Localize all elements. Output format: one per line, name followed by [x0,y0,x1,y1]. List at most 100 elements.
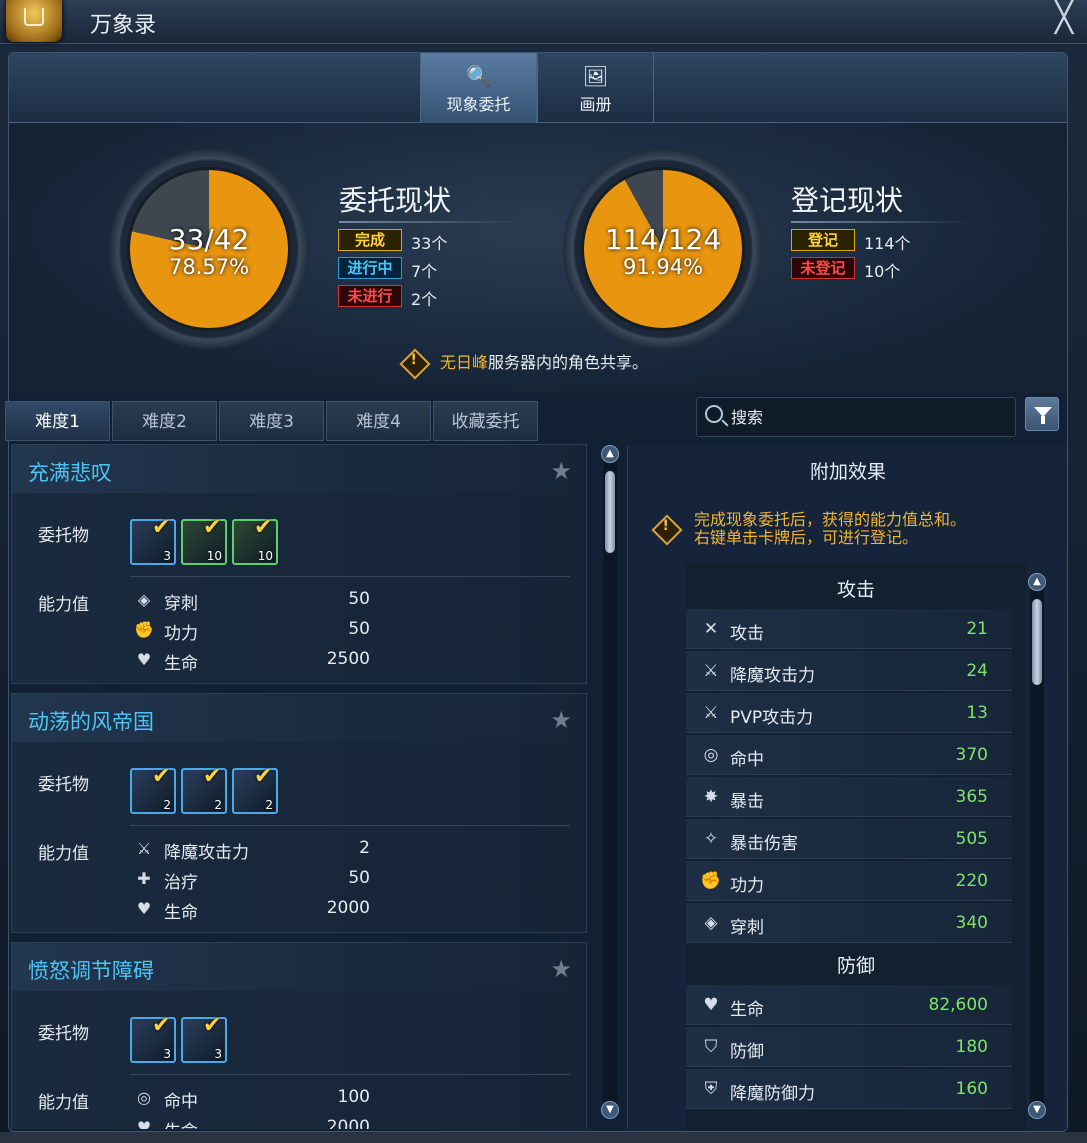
check-icon: ✔ [254,515,273,540]
commission-heading: 委托现状 [339,184,452,217]
bonus-row: ◎ 命中 370 [686,735,1012,775]
item-qty: 10 [206,549,222,563]
not-started-count: 2个 [411,290,438,309]
commission-card[interactable]: 愤怒调节障碍 ★ 委托物 ✔3 ✔3 能力值 ◎命中100 ♥生命2000 [11,942,588,1129]
item-card[interactable]: ✔ 10 [181,515,227,565]
bonus-row: ⚔ PVP攻击力 13 [686,693,1012,733]
tab-favorites[interactable]: 收藏委托 [433,401,538,441]
scroll-down-icon[interactable]: ▼ [601,1101,619,1119]
server-name: 无日峰 [440,353,489,372]
tab-album[interactable]: 🖼 画册 [537,53,654,123]
tab-difficulty-1[interactable]: 难度1 [5,401,110,441]
item-card[interactable]: ✔ 3 [181,1013,227,1063]
registration-count: 114/124 [604,223,722,256]
item-card[interactable]: ✔ 2 [130,764,176,814]
commission-card[interactable]: 充满悲叹 ★ 委托物 ✔ 3 ✔ 10 ✔ 10 能力值 ◈ 穿刺 50 ✊ 功力 50 ♥ 生… [11,444,588,684]
item-qty: 3 [163,549,171,563]
section-attack-heading: 攻击 [836,579,875,601]
registration-heading: 登记现状 [791,184,904,217]
filter-button[interactable] [1025,397,1059,431]
divider [130,576,570,577]
tab-difficulty-3[interactable]: 难度3 [219,401,324,441]
status-badge-in-progress: 进行中 [338,257,402,279]
status-area: 33/42 78.57% 委托现状 完成 33个 进行中 7个 未进行 2个 1… [9,123,1067,393]
bonus-scrollbar[interactable]: ▲ ▼ [1028,573,1046,1119]
item-card[interactable]: ✔ 10 [232,515,278,565]
item-card[interactable]: ✔ 3 [130,515,176,565]
tab-phenomenon-commission[interactable]: 🔍 现象委托 [420,53,537,123]
bonus-value: 505 [955,829,988,849]
item-qty: 10 [257,549,273,563]
item-card[interactable]: ✔ 3 [130,1013,176,1063]
search-icon [705,405,723,423]
check-icon: ✔ [152,1013,171,1038]
notice-text: 服务器内的角色共享。 [488,353,649,372]
heart-icon: ♥ [703,995,719,1015]
tab-difficulty-2[interactable]: 难度2 [112,401,217,441]
scroll-up-icon[interactable]: ▲ [601,445,619,463]
commission-title: 充满悲叹 [28,461,112,485]
commission-list: 充满悲叹 ★ 委托物 ✔ 3 ✔ 10 ✔ 10 能力值 ◈ 穿刺 50 ✊ 功力 50 ♥ 生… [9,444,619,1129]
scroll-up-icon[interactable]: ▲ [1028,573,1046,591]
bonus-row: ⛉ 防御 180 [686,1027,1012,1067]
check-icon: ✔ [203,515,222,540]
pierce-icon: ◈ [704,913,718,933]
commission-card[interactable]: 动荡的风帝国 ★ 委托物 ✔ 2 ✔ 2 ✔ 2 能力值 ⚔ 降魔攻击力 2 ✚ 治疗 50 … [11,693,588,933]
stat-row: ⚔ 降魔攻击力 2 [130,836,370,864]
divider [130,1074,570,1075]
pierce-icon: ◈ [137,590,151,609]
favorite-star-icon[interactable]: ★ [550,955,572,983]
stat-row: ◈ 穿刺 50 [130,587,370,615]
stat-value: 2 [359,838,370,858]
bonus-row: ✊ 功力 220 [686,861,1012,901]
bonus-value: 180 [955,1037,988,1057]
bonus-note: 完成现象委托后，获得的能力值总和。 右键单击卡牌后，可进行登记。 [694,511,966,547]
bonus-note-line2: 右键单击卡牌后，可进行登记。 [694,528,919,547]
bonus-name: 暴击伤害 [730,834,798,854]
book-logo-icon [6,0,62,42]
divider [339,221,519,223]
title-bar: 万象录 ╳ [0,0,1087,44]
item-card[interactable]: ✔ 2 [181,764,227,814]
stat-row: ✚ 治疗 50 [130,866,370,894]
attack-icon: ✕ [703,619,719,639]
divider [791,221,971,223]
items-label: 委托物 [38,1024,89,1044]
list-scrollbar[interactable]: ▲ ▼ [601,445,619,1119]
bonus-row: ✕ 攻击 21 [686,609,1012,649]
top-tab-bar: 🔍 现象委托 🖼 画册 [9,53,1067,123]
bonus-row: ⚔ 降魔攻击力 24 [686,651,1012,691]
bonus-row: ✧ 暴击伤害 505 [686,819,1012,859]
accuracy-icon: ◎ [703,745,719,765]
bonus-value: 160 [955,1079,988,1099]
scroll-thumb[interactable] [1032,599,1042,685]
bonus-panel: 附加效果 ! 完成现象委托后，获得的能力值总和。 右键单击卡牌后，可进行登记。 … [627,445,1067,1129]
scroll-down-icon[interactable]: ▼ [1028,1101,1046,1119]
check-icon: ✔ [203,764,222,789]
search-input[interactable] [731,398,1011,436]
bonus-value: 220 [955,871,988,891]
bonus-value: 82,600 [928,995,988,1015]
status-badge-unregistered: 未登记 [791,257,855,279]
bonus-value: 13 [966,703,988,723]
close-button[interactable]: ╳ [1049,3,1079,34]
tab-difficulty-4[interactable]: 难度4 [326,401,431,441]
favorite-star-icon[interactable]: ★ [550,706,572,734]
warning-icon: ! [651,514,683,546]
favorite-star-icon[interactable]: ★ [550,457,572,485]
divider [130,825,570,826]
stat-name: 降魔攻击力 [164,843,249,863]
commission-title: 动荡的风帝国 [28,710,154,734]
scroll-thumb[interactable] [605,471,615,553]
tab-label: 画册 [579,95,612,114]
bonus-name: 降魔防御力 [730,1084,815,1104]
status-badge-complete: 完成 [338,229,402,251]
heart-icon: ♥ [136,650,152,669]
bonus-value: 24 [966,661,988,681]
item-qty: 3 [163,1047,171,1061]
stat-row: ♥ 生命 2500 [130,647,370,675]
bonus-name: 防御 [730,1042,764,1062]
magnifier-paper-icon: 🔍 [466,64,491,88]
item-qty: 3 [214,1047,222,1061]
item-card[interactable]: ✔ 2 [232,764,278,814]
